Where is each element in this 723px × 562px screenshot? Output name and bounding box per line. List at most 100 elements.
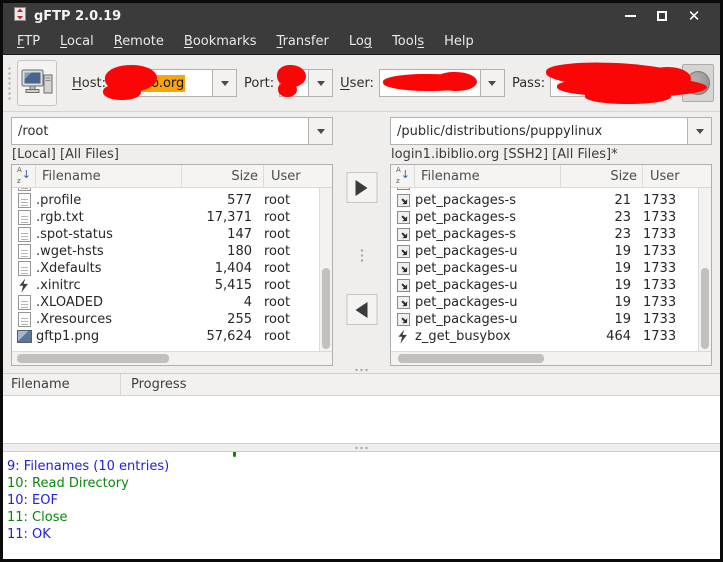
remote-path-input[interactable]: /public/distributions/puppylinux <box>390 117 688 145</box>
text-file-icon <box>18 312 31 327</box>
file-row[interactable]: .XLOADED4root <box>12 294 319 311</box>
symlink-icon <box>397 228 410 241</box>
file-row[interactable]: .xinitrc5,415root <box>12 277 319 294</box>
port-label: Port: <box>244 76 274 91</box>
scrollbar-thumb[interactable] <box>398 354 544 363</box>
redaction-blob <box>278 82 297 97</box>
log-divider[interactable] <box>3 444 720 451</box>
remote-vertical-scrollbar[interactable] <box>698 188 711 351</box>
user-dropdown-button[interactable] <box>481 69 505 97</box>
transfer-filename-column-header[interactable]: Filename <box>3 374 121 395</box>
menu-local[interactable]: Local <box>50 32 104 51</box>
log-pane[interactable]: 9: Filenames (10 entries) 10: Read Direc… <box>3 451 720 559</box>
scrollbar-thumb[interactable] <box>17 354 169 363</box>
log-line: 9: Filenames (10 entries) <box>7 458 716 475</box>
minimize-button[interactable] <box>614 3 646 29</box>
arrow-right-icon <box>356 180 368 196</box>
menu-log[interactable]: Log <box>339 32 382 51</box>
text-file-icon <box>18 193 31 208</box>
scrollbar-thumb[interactable] <box>701 268 709 350</box>
arrow-left-icon <box>356 302 368 318</box>
text-file-icon <box>18 261 31 276</box>
host-input[interactable]: .ibiblio.org <box>111 69 213 97</box>
local-path-input[interactable]: /root <box>11 117 309 145</box>
file-row[interactable]: pet_packages-s231733 <box>391 226 698 243</box>
menu-ftp[interactable]: FTP <box>7 32 50 51</box>
local-path-dropdown-button[interactable] <box>309 117 333 145</box>
menu-transfer[interactable]: Transfer <box>267 32 339 51</box>
host-label: Host: <box>72 76 106 91</box>
close-button[interactable]: ✕ <box>678 3 710 29</box>
remote-pane: /public/distributions/puppylinux login1.… <box>390 117 712 366</box>
menu-remote[interactable]: Remote <box>104 32 174 51</box>
paned-grip[interactable] <box>354 446 370 450</box>
sort-column-header[interactable] <box>391 165 415 187</box>
file-row[interactable]: gftp1.png57,624root <box>12 328 319 345</box>
symlink-icon <box>397 194 410 207</box>
file-row[interactable]: .spot-status147root <box>12 226 319 243</box>
symlink-icon <box>397 279 410 292</box>
file-row[interactable]: .profile577root <box>12 192 319 209</box>
file-row[interactable]: .wget-hsts180root <box>12 243 319 260</box>
log-clipped-line <box>7 452 716 458</box>
file-row[interactable]: pet_packages-u191733 <box>391 277 698 294</box>
menu-bookmarks[interactable]: Bookmarks <box>174 32 267 51</box>
remote-horizontal-scrollbar[interactable] <box>391 351 711 365</box>
local-path-combo: /root <box>11 117 333 145</box>
menu-tools[interactable]: Tools <box>382 32 434 51</box>
remote-list-header: Filename Size User <box>391 165 711 188</box>
window-title: gFTP 2.0.19 <box>34 9 121 24</box>
filename-column-header[interactable]: Filename <box>36 165 182 187</box>
user-input[interactable] <box>379 69 481 97</box>
file-row[interactable]: pet_packages-u191733 <box>391 243 698 260</box>
file-row[interactable]: pet_packages-u191733 <box>391 311 698 328</box>
log-line: 10: EOF <box>7 492 716 509</box>
user-column-header[interactable]: User <box>264 165 332 187</box>
symlink-icon <box>397 245 410 258</box>
local-vertical-scrollbar[interactable] <box>319 188 332 351</box>
file-row[interactable]: pet_packages-u191733 <box>391 260 698 277</box>
local-rows: .profile577root .rgb.txt17,371root .spot… <box>12 188 319 351</box>
pane-divider[interactable] <box>3 366 720 373</box>
file-row[interactable]: pet_packages-s211733 <box>391 192 698 209</box>
local-horizontal-scrollbar[interactable] <box>12 351 332 365</box>
size-column-header[interactable]: Size <box>182 165 264 187</box>
transfer-progress-column-header[interactable]: Progress <box>121 374 186 395</box>
text-file-icon <box>18 295 31 310</box>
port-input[interactable] <box>279 69 309 97</box>
menu-help[interactable]: Help <box>434 32 484 51</box>
transfer-button-column <box>333 117 390 366</box>
connect-computer-button[interactable] <box>17 60 57 106</box>
sort-column-header[interactable] <box>12 165 36 187</box>
titlebar: gFTP 2.0.19 ✕ <box>3 3 720 29</box>
toolbar-grip[interactable] <box>7 66 12 100</box>
port-dropdown-button[interactable] <box>309 69 333 97</box>
transfer-right-button[interactable] <box>346 172 377 203</box>
symlink-icon <box>397 296 410 309</box>
executable-icon <box>398 330 409 344</box>
file-row[interactable]: z_get_busybox4641733 <box>391 328 698 345</box>
log-line: 11: OK <box>7 526 716 543</box>
symlink-icon <box>397 313 410 326</box>
file-row[interactable]: pet_packages-u191733 <box>391 294 698 311</box>
paned-grip[interactable] <box>354 368 370 372</box>
chevron-down-icon <box>696 129 704 134</box>
paned-grip[interactable] <box>360 248 364 263</box>
transfer-queue-list[interactable] <box>3 396 720 444</box>
file-row[interactable]: .Xresources255root <box>12 311 319 328</box>
text-file-icon <box>18 188 31 191</box>
host-dropdown-button[interactable] <box>213 69 237 97</box>
remote-list-body: pet_packages-s211733 pet_packages-s23173… <box>391 188 711 351</box>
maximize-button[interactable] <box>646 3 678 29</box>
remote-path-dropdown-button[interactable] <box>688 117 712 145</box>
file-row[interactable]: .rgb.txt17,371root <box>12 209 319 226</box>
file-row[interactable]: pet_packages-s231733 <box>391 209 698 226</box>
scrollbar-thumb[interactable] <box>322 268 330 350</box>
pass-input[interactable] <box>550 69 670 97</box>
size-column-header[interactable]: Size <box>561 165 643 187</box>
sort-az-icon <box>16 168 31 184</box>
user-column-header[interactable]: User <box>643 165 711 187</box>
filename-column-header[interactable]: Filename <box>415 165 561 187</box>
transfer-left-button[interactable] <box>346 294 377 325</box>
file-row[interactable]: .Xdefaults1,404root <box>12 260 319 277</box>
